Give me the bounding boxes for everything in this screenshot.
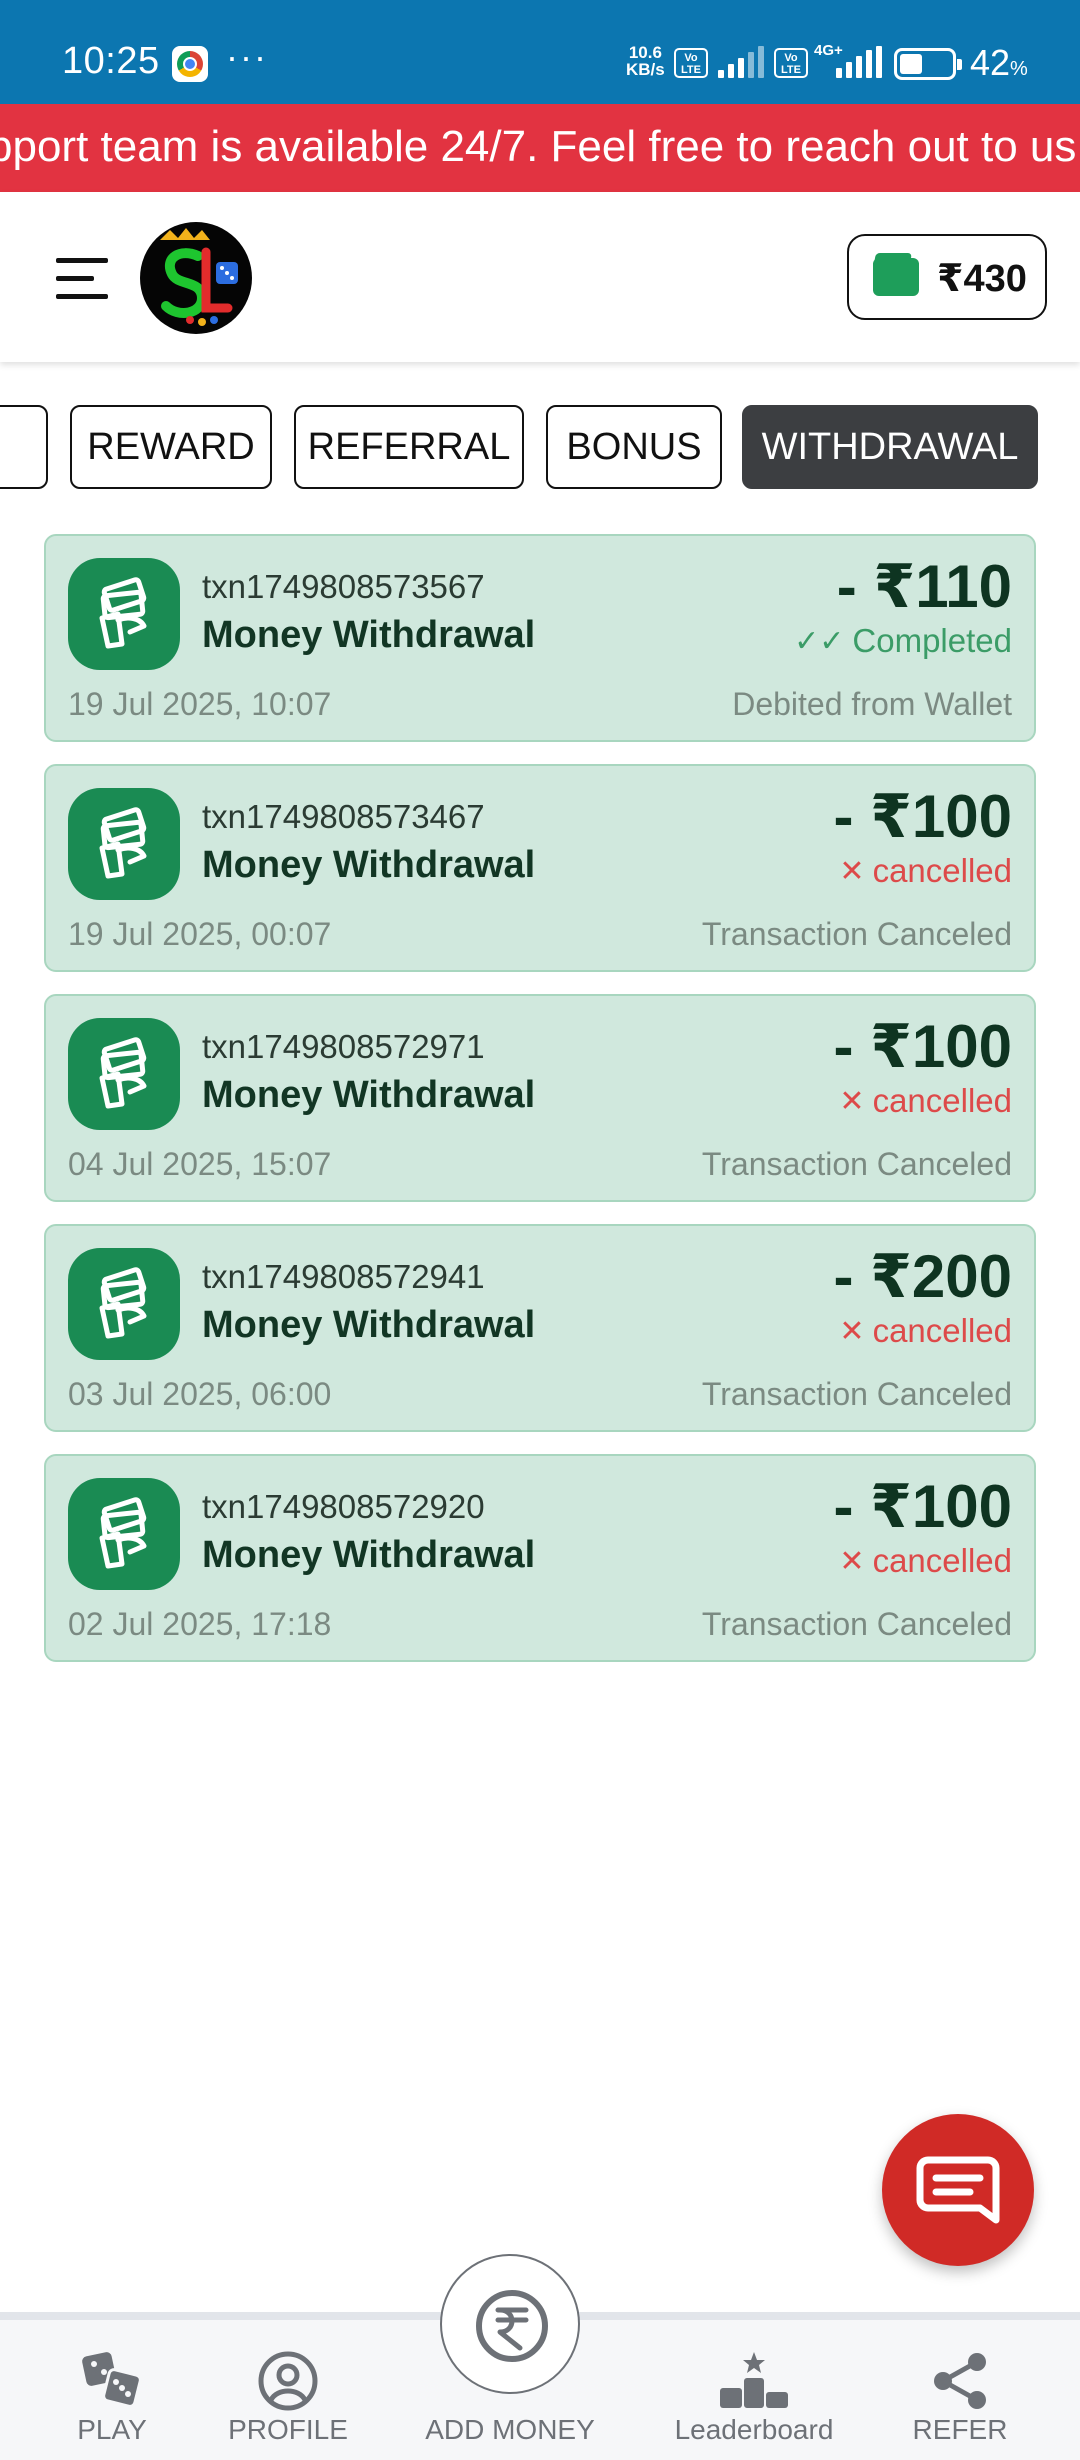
app-logo[interactable]	[140, 222, 252, 334]
user-icon	[258, 2351, 318, 2411]
announcement-text: pport team is available 24/7. Feel free …	[0, 122, 1077, 171]
transaction-date: 19 Jul 2025, 10:07	[68, 686, 332, 722]
wallet-balance: ₹430	[937, 258, 1027, 300]
rupee-icon	[476, 2290, 548, 2362]
money-hand-icon	[68, 1478, 180, 1590]
transaction-date: 02 Jul 2025, 17:18	[68, 1606, 332, 1642]
network-speed-unit: KB/s	[626, 60, 665, 79]
transaction-title: Money Withdrawal	[202, 1074, 536, 1116]
tab-reward[interactable]: REWARD	[70, 405, 272, 489]
transaction-note: Transaction Canceled	[701, 916, 1012, 952]
chat-icon	[916, 2156, 1000, 2224]
more-notifications-icon: ···	[226, 36, 268, 77]
close-icon: ✕	[839, 854, 865, 888]
wallet-icon	[873, 258, 919, 296]
nav-profile[interactable]: PROFILE	[188, 2320, 388, 2460]
share-icon	[934, 2353, 986, 2409]
transaction-note: Transaction Canceled	[701, 1146, 1012, 1182]
transaction-note: Transaction Canceled	[701, 1376, 1012, 1412]
transaction-status: ✕ cancelled	[839, 1542, 1012, 1580]
transaction-status-label: cancelled	[872, 1082, 1012, 1119]
transaction-id: txn1749808572941	[202, 1258, 485, 1295]
app-header: ₹430	[0, 192, 1080, 362]
close-icon: ✕	[839, 1544, 865, 1578]
transaction-card[interactable]: txn1749808572971 Money Withdrawal - ₹100…	[44, 994, 1036, 1202]
battery-percent: 42%	[970, 42, 1028, 84]
wallet-balance-button[interactable]: ₹430	[847, 234, 1047, 320]
dice-icon	[82, 2352, 142, 2408]
chrome-icon	[172, 46, 208, 82]
battery-percent-unit: %	[1010, 58, 1028, 80]
money-hand-icon	[68, 558, 180, 670]
clock: 10:25	[62, 40, 160, 82]
nav-play[interactable]: PLAY	[12, 2320, 212, 2460]
close-icon: ✕	[839, 1084, 865, 1118]
transaction-amount: - ₹100	[833, 1013, 1012, 1080]
nav-leaderboard[interactable]: Leaderboard	[654, 2320, 854, 2460]
transaction-card[interactable]: txn1749808572941 Money Withdrawal - ₹200…	[44, 1224, 1036, 1432]
status-bar: 10:25 ··· 10.6 KB/s Vo LTE Vo LTE 4G+ 42…	[0, 0, 1080, 104]
volte-icon: Vo LTE	[674, 48, 708, 78]
tab-bonus[interactable]: BONUS	[546, 405, 722, 489]
transaction-id: txn1749808573467	[202, 798, 485, 835]
transaction-amount: - ₹100	[833, 1473, 1012, 1540]
transaction-id: txn1749808572971	[202, 1028, 485, 1065]
transaction-title: Money Withdrawal	[202, 1304, 536, 1346]
transaction-amount: - ₹200	[833, 1243, 1012, 1310]
nav-refer-label: REFER	[912, 2414, 1008, 2445]
podium-icon	[720, 2352, 788, 2408]
network-speed: 10.6 KB/s	[626, 44, 665, 78]
transaction-date: 19 Jul 2025, 00:07	[68, 916, 332, 952]
close-icon: ✕	[839, 1314, 865, 1348]
transaction-status: ✓✓ Completed	[794, 622, 1012, 660]
nav-add-money-label: ADD MONEY	[425, 2414, 595, 2445]
nav-refer[interactable]: REFER	[860, 2320, 1060, 2460]
transaction-note: Debited from Wallet	[732, 686, 1012, 722]
transaction-status-label: cancelled	[872, 1542, 1012, 1579]
announcement-banner: pport team is available 24/7. Feel free …	[0, 104, 1080, 192]
tab-withdrawal[interactable]: WITHDRAWAL	[742, 405, 1038, 489]
signal-2-icon	[836, 46, 882, 78]
battery-percent-value: 42	[970, 42, 1011, 83]
transaction-status: ✕ cancelled	[839, 1312, 1012, 1350]
transaction-note: Transaction Canceled	[701, 1606, 1012, 1642]
transaction-title: Money Withdrawal	[202, 1534, 536, 1576]
nav-profile-label: PROFILE	[228, 2414, 348, 2445]
transaction-status-label: Completed	[852, 622, 1012, 659]
transaction-amount: - ₹110	[836, 553, 1012, 620]
transaction-status-label: cancelled	[872, 852, 1012, 889]
battery-icon	[894, 48, 962, 80]
tab-referral[interactable]: REFERRAL	[294, 405, 524, 489]
hamburger-icon[interactable]	[56, 258, 108, 300]
transaction-title: Money Withdrawal	[202, 844, 536, 886]
volte-icon-2: Vo LTE	[774, 48, 808, 78]
transaction-filter-tabs: REWARD REFERRAL BONUS WITHDRAWAL	[0, 405, 1080, 495]
transaction-date: 03 Jul 2025, 06:00	[68, 1376, 332, 1412]
transaction-status: ✕ cancelled	[839, 852, 1012, 890]
money-hand-icon	[68, 788, 180, 900]
nav-leaderboard-label: Leaderboard	[674, 2414, 834, 2445]
nav-play-label: PLAY	[77, 2414, 147, 2445]
transaction-card[interactable]: txn1749808573567 Money Withdrawal - ₹110…	[44, 534, 1036, 742]
tab-partial[interactable]	[0, 405, 48, 489]
add-money-button[interactable]	[440, 2254, 580, 2394]
transaction-card[interactable]: txn1749808573467 Money Withdrawal - ₹100…	[44, 764, 1036, 972]
money-hand-icon	[68, 1248, 180, 1360]
transaction-amount: - ₹100	[833, 783, 1012, 850]
transaction-title: Money Withdrawal	[202, 614, 536, 656]
transaction-id: txn1749808573567	[202, 568, 485, 605]
signal-1-icon	[718, 46, 764, 78]
double-check-icon: ✓✓	[794, 624, 845, 658]
money-hand-icon	[68, 1018, 180, 1130]
transaction-status: ✕ cancelled	[839, 1082, 1012, 1120]
transaction-id: txn1749808572920	[202, 1488, 485, 1525]
transaction-date: 04 Jul 2025, 15:07	[68, 1146, 332, 1182]
transaction-status-label: cancelled	[872, 1312, 1012, 1349]
transaction-card[interactable]: txn1749808572920 Money Withdrawal - ₹100…	[44, 1454, 1036, 1662]
chat-support-button[interactable]	[882, 2114, 1034, 2266]
logo-graphic	[160, 228, 238, 326]
